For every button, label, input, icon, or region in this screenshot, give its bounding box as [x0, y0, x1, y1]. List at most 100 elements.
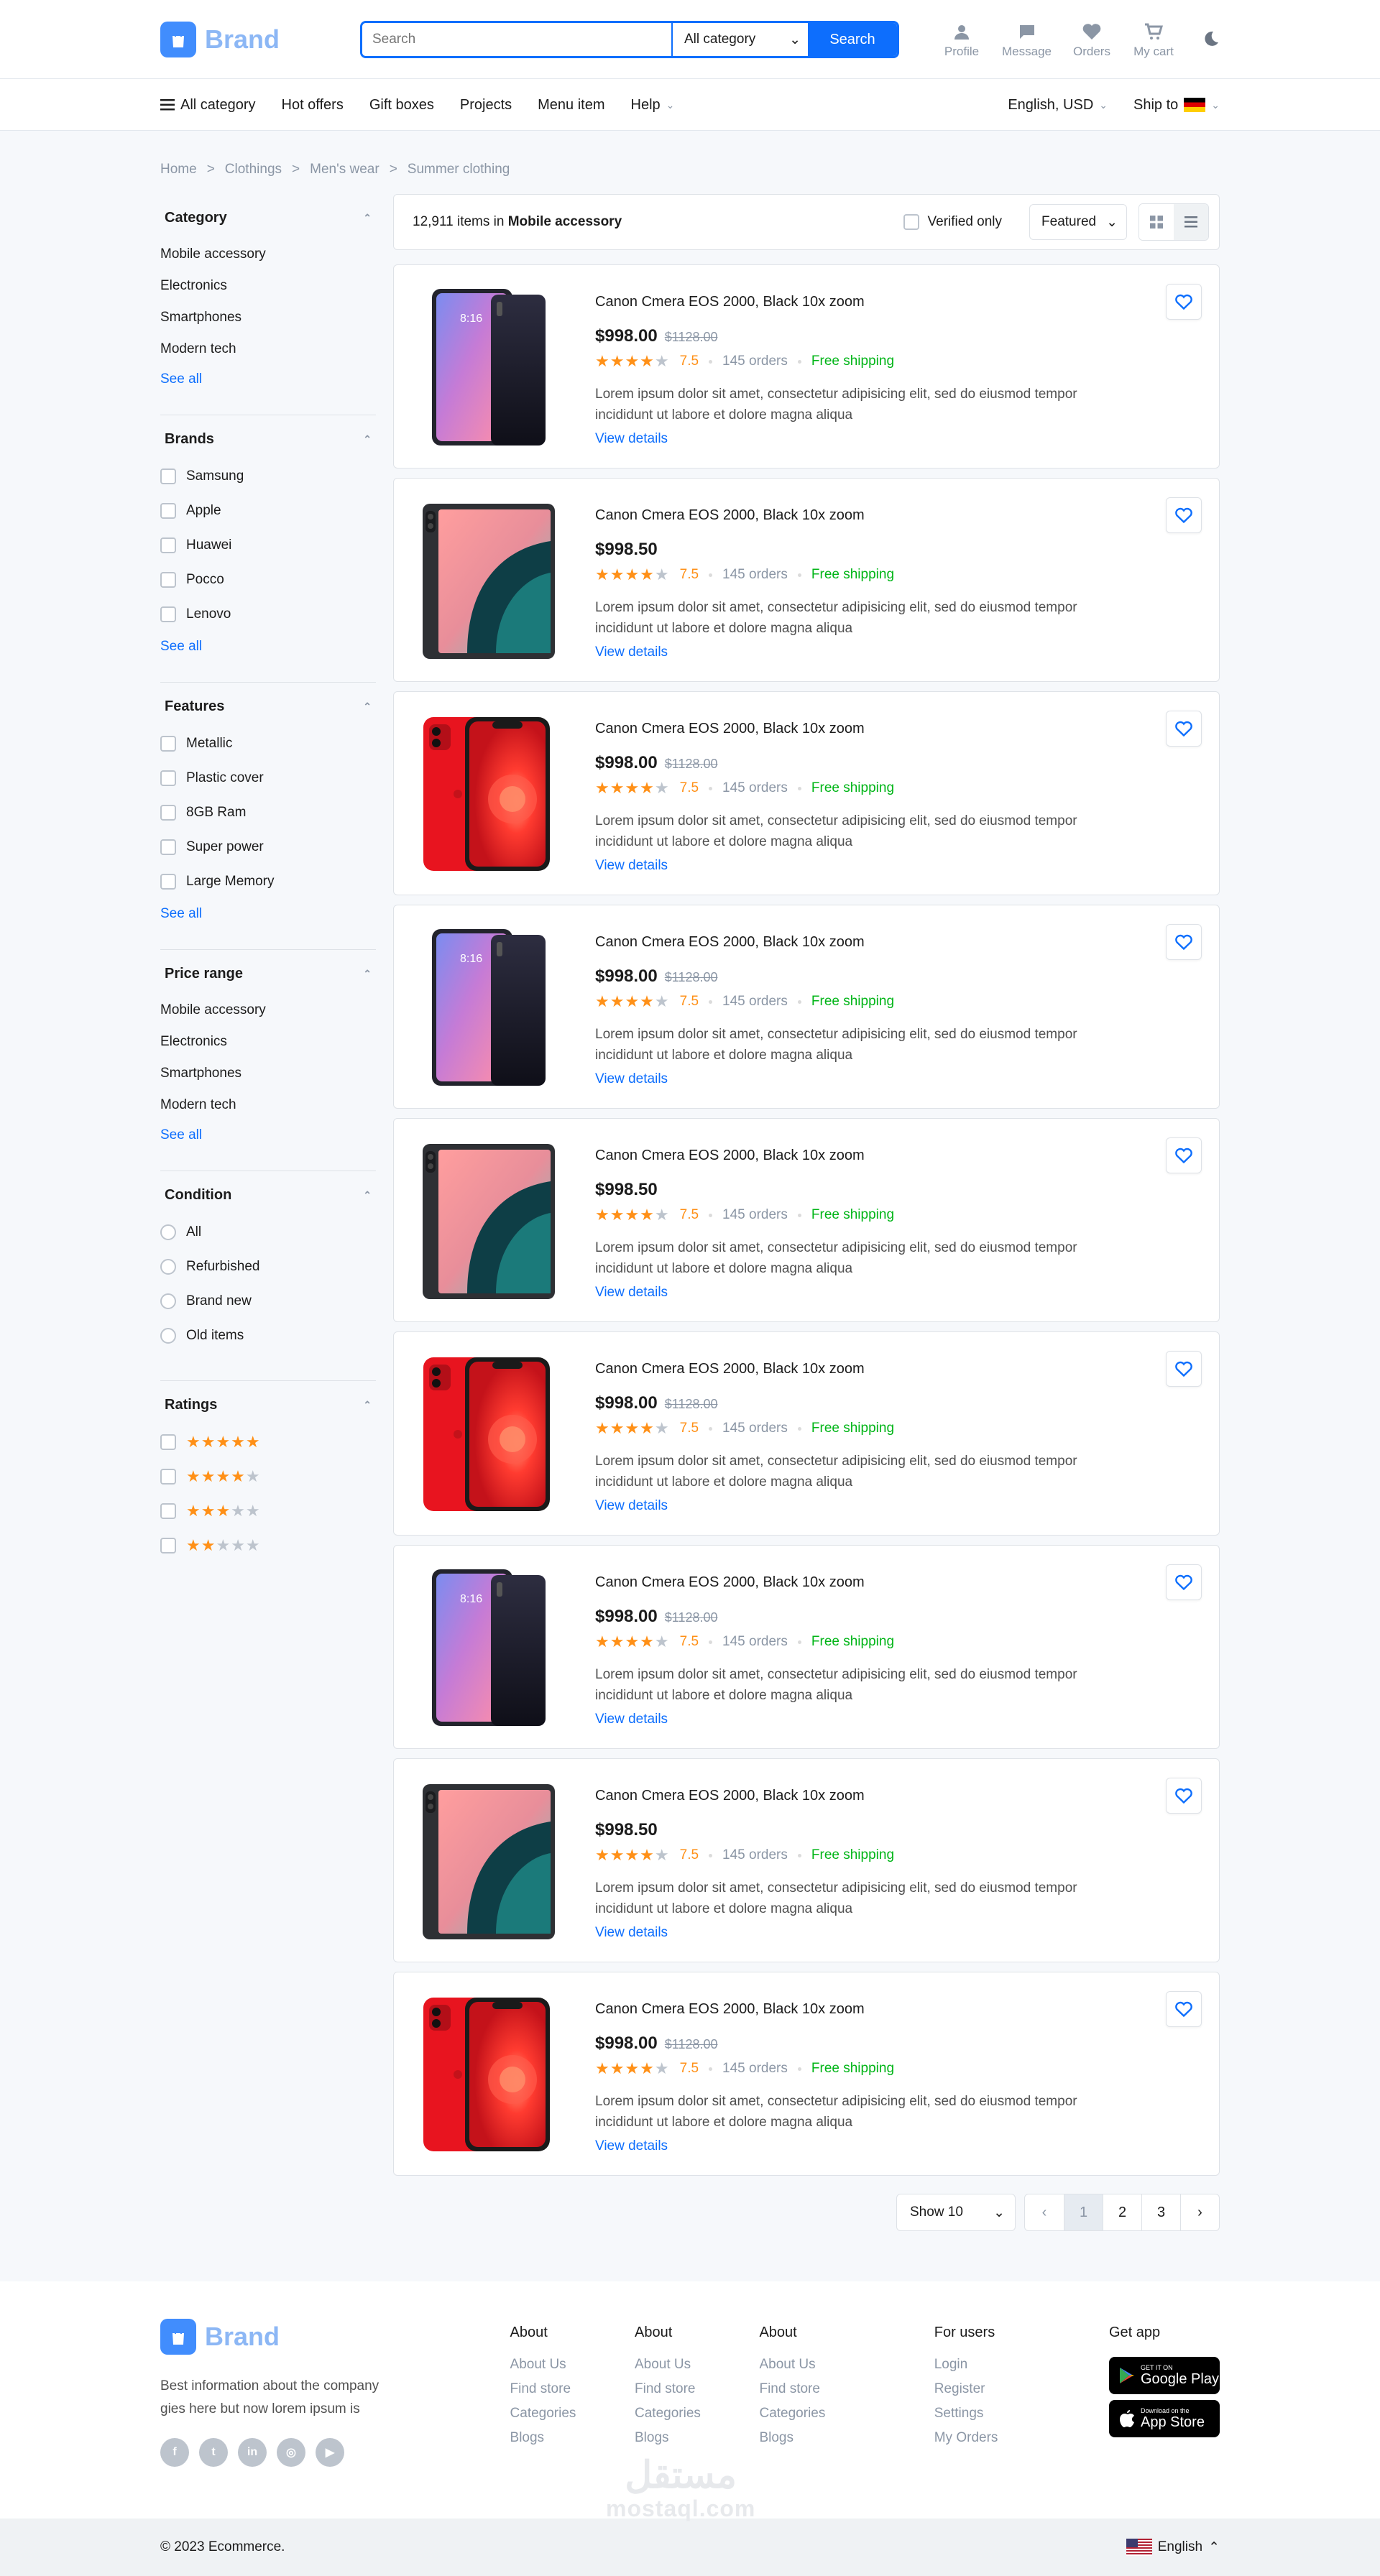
product-card[interactable]: 8:16 Canon Cmera EOS 2000, Black 10x zoom…: [393, 1545, 1220, 1749]
footer-link[interactable]: Categories: [759, 2406, 934, 2422]
view-details-link[interactable]: View details: [595, 1071, 1202, 1087]
search-input[interactable]: [362, 23, 671, 56]
checkbox[interactable]: [160, 1538, 176, 1554]
footer-link[interactable]: About Us: [510, 2357, 635, 2373]
product-card[interactable]: Canon Cmera EOS 2000, Black 10x zoom $998…: [393, 1118, 1220, 1322]
checkbox[interactable]: [160, 1503, 176, 1519]
google-play-button[interactable]: GET IT ON Google Play: [1109, 2357, 1220, 2394]
product-title[interactable]: Canon Cmera EOS 2000, Black 10x zoom: [595, 1788, 1202, 1804]
see-all-link[interactable]: See all: [160, 1120, 376, 1143]
product-card[interactable]: Canon Cmera EOS 2000, Black 10x zoom $998…: [393, 691, 1220, 895]
checkbox[interactable]: [160, 805, 176, 821]
filter-header[interactable]: Condition ⌃: [160, 1184, 376, 1206]
product-title[interactable]: Canon Cmera EOS 2000, Black 10x zoom: [595, 1361, 1202, 1377]
list-view-button[interactable]: [1174, 204, 1208, 240]
checkbox[interactable]: [903, 214, 919, 230]
product-card[interactable]: Canon Cmera EOS 2000, Black 10x zoom $998…: [393, 478, 1220, 682]
ship-to-select[interactable]: Ship to ⌄: [1133, 97, 1220, 114]
wishlist-button[interactable]: [1166, 497, 1202, 533]
nav-help[interactable]: Help ⌄: [631, 97, 675, 114]
product-image[interactable]: [411, 1136, 566, 1306]
profile-action[interactable]: Profile: [940, 23, 983, 59]
rating-filter-row[interactable]: ★★★★★: [160, 1494, 376, 1528]
checkbox[interactable]: [160, 503, 176, 519]
nav-all-category[interactable]: All category: [160, 97, 256, 114]
view-details-link[interactable]: View details: [595, 1498, 1202, 1514]
page-button[interactable]: 2: [1103, 2194, 1141, 2230]
checkbox[interactable]: [160, 874, 176, 890]
product-title[interactable]: Canon Cmera EOS 2000, Black 10x zoom: [595, 934, 1202, 951]
product-title[interactable]: Canon Cmera EOS 2000, Black 10x zoom: [595, 1148, 1202, 1164]
checkbox[interactable]: [160, 770, 176, 786]
breadcrumb-link[interactable]: Clothings: [225, 162, 282, 177]
filter-checkbox-row[interactable]: Metallic: [160, 726, 376, 761]
checkbox[interactable]: [160, 537, 176, 553]
view-details-link[interactable]: View details: [595, 1712, 1202, 1727]
filter-header[interactable]: Ratings ⌃: [160, 1394, 376, 1416]
filter-radio-row[interactable]: All: [160, 1215, 376, 1250]
checkbox[interactable]: [160, 606, 176, 622]
product-title[interactable]: Canon Cmera EOS 2000, Black 10x zoom: [595, 2001, 1202, 2018]
wishlist-button[interactable]: [1166, 1778, 1202, 1814]
see-all-link[interactable]: See all: [160, 364, 376, 387]
product-image[interactable]: [411, 496, 566, 665]
next-page-button[interactable]: ›: [1180, 2194, 1219, 2230]
filter-radio-row[interactable]: Refurbished: [160, 1250, 376, 1284]
language-currency-select[interactable]: English, USD ⌄: [1008, 97, 1108, 114]
footer-link[interactable]: My Orders: [934, 2430, 1109, 2446]
message-action[interactable]: Message: [1002, 23, 1052, 59]
sort-select[interactable]: Featured ⌄: [1029, 204, 1127, 240]
wishlist-button[interactable]: [1166, 1137, 1202, 1173]
nav-item[interactable]: Gift boxes: [369, 97, 434, 114]
filter-header[interactable]: Category ⌃: [160, 207, 376, 229]
linkedin-icon[interactable]: in: [238, 2438, 267, 2467]
radio[interactable]: [160, 1328, 176, 1344]
filter-checkbox-row[interactable]: Pocco: [160, 563, 376, 597]
footer-link[interactable]: Blogs: [635, 2430, 759, 2446]
cart-action[interactable]: My cart: [1132, 23, 1175, 59]
footer-logo[interactable]: Brand: [160, 2319, 360, 2355]
filter-header[interactable]: Price range ⌃: [160, 963, 376, 985]
rating-filter-row[interactable]: ★★★★★: [160, 1528, 376, 1563]
twitter-icon[interactable]: t: [199, 2438, 228, 2467]
footer-link[interactable]: Find store: [635, 2381, 759, 2397]
filter-option[interactable]: Mobile accessory: [160, 238, 376, 269]
search-button[interactable]: Search: [808, 23, 897, 56]
filter-option[interactable]: Smartphones: [160, 1057, 376, 1089]
view-details-link[interactable]: View details: [595, 1285, 1202, 1301]
page-button[interactable]: 3: [1141, 2194, 1180, 2230]
filter-header[interactable]: Brands ⌃: [160, 428, 376, 451]
verified-only-toggle[interactable]: Verified only: [903, 214, 1002, 230]
footer-link[interactable]: Find store: [510, 2381, 635, 2397]
product-image[interactable]: [411, 1349, 566, 1519]
view-details-link[interactable]: View details: [595, 431, 1202, 447]
checkbox[interactable]: [160, 736, 176, 752]
footer-link[interactable]: Login: [934, 2357, 1109, 2373]
product-card[interactable]: Canon Cmera EOS 2000, Black 10x zoom $998…: [393, 1331, 1220, 1536]
rating-filter-row[interactable]: ★★★★★: [160, 1425, 376, 1459]
filter-checkbox-row[interactable]: 8GB Ram: [160, 795, 376, 830]
breadcrumb-link[interactable]: Home: [160, 162, 197, 177]
app-store-button[interactable]: Download on the App Store: [1109, 2400, 1220, 2437]
footer-link[interactable]: Settings: [934, 2406, 1109, 2422]
wishlist-button[interactable]: [1166, 284, 1202, 320]
filter-checkbox-row[interactable]: Samsung: [160, 459, 376, 494]
filter-radio-row[interactable]: Old items: [160, 1319, 376, 1353]
filter-checkbox-row[interactable]: Super power: [160, 830, 376, 864]
instagram-icon[interactable]: ◎: [277, 2438, 305, 2467]
see-all-link[interactable]: See all: [160, 899, 376, 922]
nav-item[interactable]: Projects: [460, 97, 512, 114]
category-select[interactable]: All category ⌄: [671, 23, 808, 56]
checkbox[interactable]: [160, 572, 176, 588]
footer-link[interactable]: Blogs: [759, 2430, 934, 2446]
checkbox[interactable]: [160, 1434, 176, 1450]
footer-link[interactable]: Find store: [759, 2381, 934, 2397]
view-details-link[interactable]: View details: [595, 1925, 1202, 1941]
view-details-link[interactable]: View details: [595, 645, 1202, 660]
checkbox[interactable]: [160, 1469, 176, 1485]
filter-option[interactable]: Electronics: [160, 269, 376, 301]
breadcrumb-link[interactable]: Men's wear: [310, 162, 380, 177]
radio[interactable]: [160, 1224, 176, 1240]
filter-checkbox-row[interactable]: Apple: [160, 494, 376, 528]
filter-option[interactable]: Mobile accessory: [160, 994, 376, 1025]
